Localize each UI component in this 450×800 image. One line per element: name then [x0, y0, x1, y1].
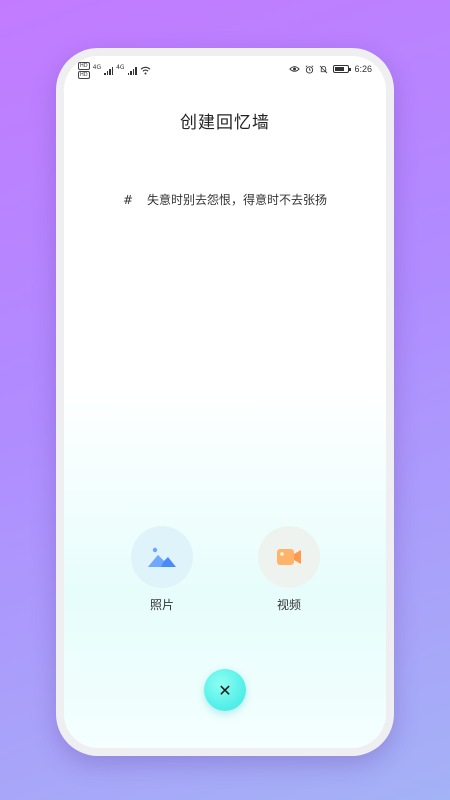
battery-icon — [333, 65, 352, 73]
photo-action[interactable]: 照片 — [131, 526, 193, 613]
status-bar-right: 6:26 — [289, 64, 372, 74]
video-action[interactable]: 视频 — [258, 526, 320, 613]
wifi-icon — [140, 66, 150, 75]
sim-indicators: HD HD — [78, 62, 90, 79]
photo-action-label[interactable]: 照片 — [150, 596, 174, 613]
mute-bell-icon — [320, 65, 328, 73]
sim1-hd-badge: HD — [78, 62, 90, 70]
page-title: 创建回忆墙 — [180, 113, 270, 133]
close-button[interactable]: ✕ — [204, 669, 246, 711]
network-type-2: 4G — [116, 64, 125, 71]
landscape-image-icon — [148, 547, 176, 567]
sim2-hd-badge: HD — [78, 71, 90, 79]
signal-strength-1-icon — [104, 66, 114, 75]
phone-frame: HD HD 4G 4G 6:26 创建回忆墙 # 失意时别去怨恨，得意时不去张扬… — [56, 48, 394, 756]
status-time: 6:26 — [354, 64, 372, 74]
status-bar: HD HD 4G 4G 6:26 — [64, 56, 386, 82]
video-camera-icon — [277, 549, 301, 565]
video-action-button[interactable] — [258, 526, 320, 588]
battery-level-fill — [335, 67, 345, 71]
video-action-label[interactable]: 视频 — [277, 596, 301, 613]
network-type-1: 4G — [92, 64, 102, 71]
quote-hash-symbol: # — [123, 193, 134, 207]
status-bar-left: HD HD 4G 4G — [78, 62, 151, 79]
quote-text: 失意时别去怨恨，得意时不去张扬 — [146, 193, 327, 207]
eye-comfort-icon — [289, 66, 301, 72]
photo-action-button[interactable] — [131, 526, 193, 588]
signal-strength-2-icon — [127, 66, 137, 75]
app-screen: HD HD 4G 4G 6:26 创建回忆墙 # 失意时别去怨恨，得意时不去张扬… — [64, 56, 386, 748]
quote-line: # 失意时别去怨恨，得意时不去张扬 — [64, 191, 386, 208]
close-icon: ✕ — [218, 680, 232, 700]
alarm-icon — [306, 64, 314, 74]
